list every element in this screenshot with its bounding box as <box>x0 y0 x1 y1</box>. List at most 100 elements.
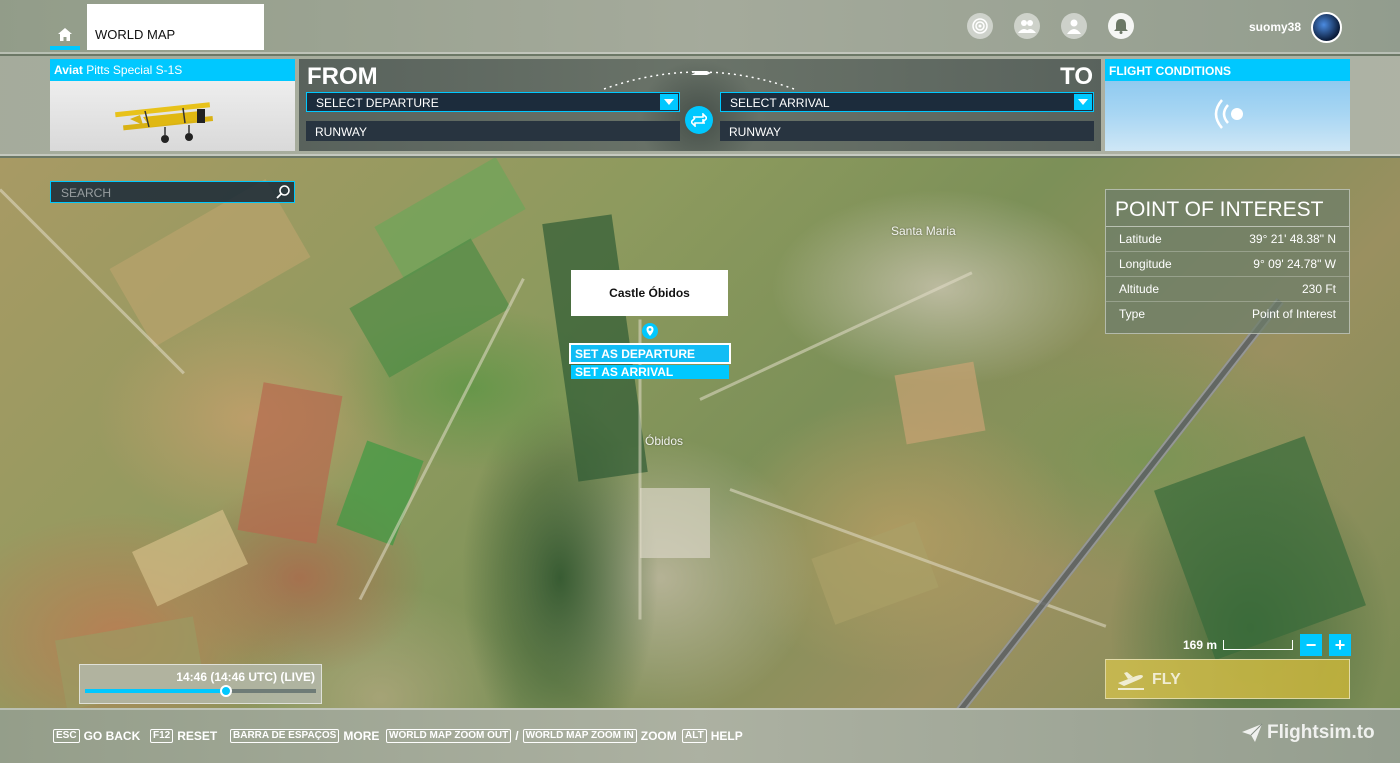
map-road <box>729 488 1107 628</box>
departure-select[interactable]: SELECT DEPARTURE <box>306 92 680 112</box>
zoom-in-button[interactable]: + <box>1329 634 1351 656</box>
notifications-icon <box>1114 19 1128 34</box>
poi-row-latitude: Latitude 39° 21' 48.38" N <box>1106 227 1349 252</box>
key-badge: BARRA DE ESPAÇOS <box>230 729 340 743</box>
aircraft-selection-card[interactable]: Aviat Pitts Special S-1S <box>50 59 295 151</box>
watermark-text: Flightsim.to <box>1267 722 1375 743</box>
watermark: Flightsim.to <box>1241 722 1375 744</box>
map-field <box>811 521 939 625</box>
set-as-arrival-button[interactable]: SET AS ARRIVAL <box>571 365 729 379</box>
hint-reset[interactable]: F12 RESET <box>150 729 217 743</box>
aircraft-title: Aviat Pitts Special S-1S <box>50 59 295 81</box>
biplane-image <box>115 102 214 143</box>
from-label: FROM <box>307 63 378 90</box>
map-pin-icon[interactable] <box>641 322 659 340</box>
time-slider-handle[interactable] <box>219 685 232 697</box>
home-button[interactable] <box>50 20 80 50</box>
swap-icon <box>691 113 707 127</box>
hint-go-back[interactable]: ESC GO BACK <box>53 729 140 743</box>
poi-value: 230 Ft <box>1301 282 1336 296</box>
route-panel: FROM TO SELECT DEPARTURE RUNWAY SELECT A… <box>299 59 1101 151</box>
fly-label: FLY <box>1152 671 1181 688</box>
takeoff-icon <box>1118 672 1144 690</box>
poi-label: Type <box>1119 307 1146 321</box>
departure-runway-field[interactable]: RUNWAY <box>306 121 680 141</box>
activity-button[interactable] <box>967 13 993 39</box>
poi-popup-title: Castle Óbidos <box>571 270 728 316</box>
aircraft-model: Pitts Special S-1S <box>86 63 183 77</box>
poi-row-longitude: Longitude 9° 09' 24.78" W <box>1106 252 1349 277</box>
hint-label: MORE <box>343 729 380 743</box>
avatar[interactable] <box>1311 12 1342 43</box>
username[interactable]: suomy38 <box>1249 20 1301 34</box>
hint-more[interactable]: BARRA DE ESPAÇOS MORE <box>230 729 379 743</box>
hint-separator: / <box>515 729 519 743</box>
map-field <box>1154 436 1366 660</box>
flight-path-icon <box>603 71 795 90</box>
friends-button[interactable] <box>1014 13 1040 39</box>
flight-conditions-title: FLIGHT CONDITIONS <box>1105 59 1350 81</box>
map-label-santa-maria: Santa Maria <box>891 224 956 238</box>
key-badge: WORLD MAP ZOOM OUT <box>386 729 512 743</box>
arrival-select-label: SELECT ARRIVAL <box>730 96 830 110</box>
set-as-departure-button[interactable]: SET AS DEPARTURE <box>569 343 731 364</box>
time-slider[interactable] <box>85 685 316 697</box>
poi-title: POINT OF INTEREST <box>1106 190 1349 227</box>
map-field <box>132 509 248 607</box>
hint-label: GO BACK <box>83 729 141 743</box>
hint-help[interactable]: ALT HELP <box>682 729 743 743</box>
paper-plane-icon <box>1242 723 1263 742</box>
time-of-day-widget[interactable]: 14:46 (14:46 UTC) (LIVE) <box>79 664 322 704</box>
hint-zoom[interactable]: WORLD MAP ZOOM OUT / WORLD MAP ZOOM IN ZOOM <box>386 729 677 743</box>
aircraft-brand: Aviat <box>54 63 83 77</box>
tab-world-map[interactable]: WORLD MAP <box>87 4 264 50</box>
activity-icon <box>972 18 988 34</box>
key-badge: ESC <box>53 729 80 743</box>
map-field <box>109 179 311 347</box>
arrival-select[interactable]: SELECT ARRIVAL <box>720 92 1094 112</box>
to-label: TO <box>1060 63 1093 90</box>
home-icon <box>58 27 72 41</box>
time-text: 14:46 (14:46 UTC) (LIVE) <box>176 670 315 684</box>
map-field <box>336 440 424 546</box>
departure-select-label: SELECT DEPARTURE <box>316 96 439 110</box>
poi-value: Point of Interest <box>1251 307 1336 321</box>
poi-value: 9° 09' 24.78" W <box>1253 257 1336 271</box>
fly-button[interactable]: FLY <box>1105 659 1350 699</box>
key-badge: F12 <box>150 729 174 743</box>
arrival-runway-field[interactable]: RUNWAY <box>720 121 1094 141</box>
poi-row-type: Type Point of Interest <box>1106 302 1349 327</box>
live-weather-icon <box>1214 99 1243 129</box>
hint-label: HELP <box>710 729 743 743</box>
time-slider-fill <box>85 689 226 693</box>
search-input[interactable]: SEARCH <box>50 181 295 203</box>
poi-value: 39° 21' 48.38" N <box>1249 232 1336 246</box>
search-icon[interactable] <box>275 184 291 200</box>
poi-label: Altitude <box>1119 282 1160 296</box>
search-placeholder: SEARCH <box>61 186 112 200</box>
map-field <box>640 488 710 558</box>
chevron-down-icon <box>1074 94 1092 110</box>
hint-label: RESET <box>177 729 218 743</box>
map-field <box>237 382 343 544</box>
key-badge: WORLD MAP ZOOM IN <box>522 729 637 743</box>
flight-setup-bar: Aviat Pitts Special S-1S FROM TO SELECT … <box>0 56 1400 156</box>
profile-icon <box>1067 19 1081 34</box>
map-label-obidos: Óbidos <box>645 434 684 448</box>
zoom-out-button[interactable]: − <box>1300 634 1322 656</box>
notifications-button[interactable] <box>1108 13 1134 39</box>
chevron-down-icon <box>660 94 678 110</box>
friends-icon <box>1018 20 1036 33</box>
flight-conditions-card[interactable]: FLIGHT CONDITIONS <box>1105 59 1350 151</box>
map-scale-label: 169 m <box>1183 638 1218 652</box>
footer-hints-bar: ESC GO BACK F12 RESET BARRA DE ESPAÇOS MORE… <box>0 708 1400 763</box>
profile-button[interactable] <box>1061 13 1087 39</box>
swap-route-button[interactable] <box>685 106 713 134</box>
poi-label: Longitude <box>1119 257 1172 271</box>
key-badge: ALT <box>682 729 707 743</box>
top-bar: WORLD MAP suomy38 <box>0 0 1400 54</box>
map-field <box>894 361 986 445</box>
hint-label: ZOOM <box>640 729 677 743</box>
map-scale-bar <box>1223 640 1293 650</box>
poi-label: Latitude <box>1119 232 1162 246</box>
